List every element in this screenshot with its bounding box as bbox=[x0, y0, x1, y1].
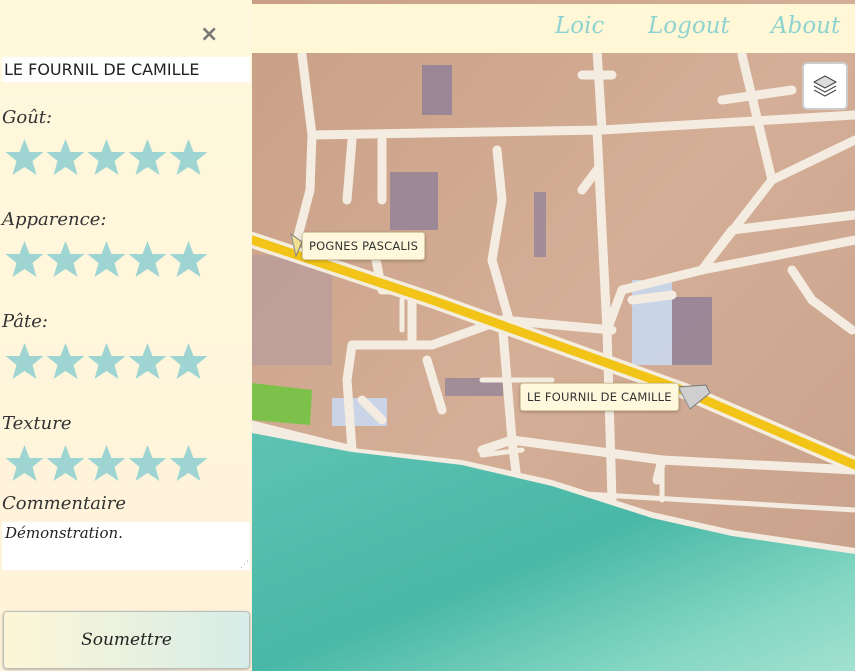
star-icon[interactable] bbox=[127, 239, 168, 279]
rating-label-texture: Texture bbox=[2, 413, 72, 434]
star-icon[interactable] bbox=[45, 341, 86, 381]
star-icon[interactable] bbox=[168, 137, 209, 177]
star-icon[interactable] bbox=[127, 341, 168, 381]
star-icon[interactable] bbox=[45, 137, 86, 177]
star-icon[interactable] bbox=[168, 239, 209, 279]
star-icon[interactable] bbox=[168, 443, 209, 483]
rating-stars-apparence bbox=[4, 239, 209, 279]
rating-label-gout: Goût: bbox=[2, 107, 53, 128]
nav-user-link[interactable]: Loic bbox=[555, 13, 604, 39]
rating-label-apparence: Apparence: bbox=[2, 209, 107, 230]
layers-icon bbox=[812, 75, 838, 97]
marker-label-le-fournil-de-camille[interactable]: LE FOURNIL DE CAMILLE bbox=[520, 383, 679, 411]
nav-about-link[interactable]: About bbox=[771, 13, 840, 39]
resize-grip-icon[interactable]: ⋰ bbox=[240, 560, 250, 570]
close-icon[interactable]: × bbox=[200, 22, 218, 47]
star-icon[interactable] bbox=[45, 443, 86, 483]
submit-button[interactable]: Soumettre bbox=[3, 611, 250, 669]
marker-label-pognes-pascalis[interactable]: POGNES PASCALIS bbox=[302, 232, 426, 260]
bakery-name-field[interactable] bbox=[2, 57, 250, 82]
nav-logout-link[interactable]: Logout bbox=[648, 13, 730, 39]
bread-marker-icon[interactable] bbox=[676, 383, 712, 411]
star-icon[interactable] bbox=[127, 443, 168, 483]
comment-label: Commentaire bbox=[2, 493, 126, 514]
rating-stars-texture bbox=[4, 443, 209, 483]
top-navigation: Loic Logout About bbox=[252, 4, 855, 53]
star-icon[interactable] bbox=[4, 341, 45, 381]
star-icon[interactable] bbox=[86, 239, 127, 279]
layers-button[interactable] bbox=[802, 62, 848, 110]
star-icon[interactable] bbox=[86, 137, 127, 177]
rating-stars-pate bbox=[4, 341, 209, 381]
rating-label-pate: Pâte: bbox=[2, 311, 48, 332]
star-icon[interactable] bbox=[4, 443, 45, 483]
comment-textarea[interactable]: Démonstration. bbox=[2, 522, 250, 570]
star-icon[interactable] bbox=[4, 137, 45, 177]
star-icon[interactable] bbox=[4, 239, 45, 279]
map[interactable]: POGNES PASCALIS LE FOURNIL DE CAMILLE bbox=[252, 0, 855, 671]
star-icon[interactable] bbox=[86, 341, 127, 381]
star-icon[interactable] bbox=[86, 443, 127, 483]
star-icon[interactable] bbox=[168, 341, 209, 381]
rating-stars-gout bbox=[4, 137, 209, 177]
map-tiles bbox=[252, 0, 855, 671]
rating-panel: × Goût: Apparence: Pâte: Texture Comment… bbox=[0, 0, 252, 671]
star-icon[interactable] bbox=[45, 239, 86, 279]
star-icon[interactable] bbox=[127, 137, 168, 177]
